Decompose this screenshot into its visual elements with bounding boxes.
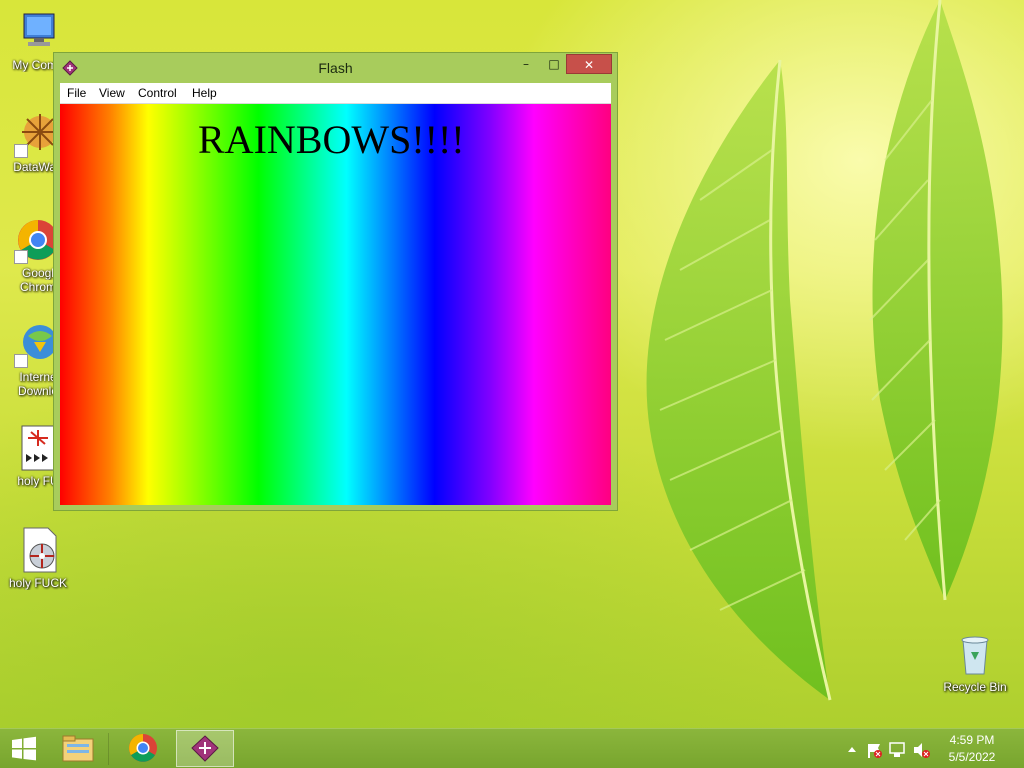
rainbows-headline: RAINBOWS!!!!: [198, 117, 465, 162]
menu-help[interactable]: Help: [192, 86, 217, 100]
clock-date[interactable]: 5/5/2022: [942, 750, 1002, 764]
desktop-icon-label: holy FUCK: [8, 576, 67, 590]
action-center-flag-icon[interactable]: [868, 744, 882, 758]
clock-time[interactable]: 4:59 PM: [942, 733, 1002, 747]
desktop-icon-recycle-bin[interactable]: Recycle Bin: [937, 630, 1013, 694]
shortcut-arrow-icon: [14, 354, 28, 368]
menu-bar: File View Control Help: [60, 83, 611, 104]
close-button[interactable]: ✕: [566, 54, 612, 74]
taskbar-chrome[interactable]: [114, 730, 172, 767]
taskbar-flash-player[interactable]: [176, 730, 234, 767]
desktop-icon-holy-fuck-file[interactable]: holy FUCK: [0, 526, 76, 590]
minimize-button[interactable]: –: [512, 54, 540, 74]
network-icon[interactable]: [889, 742, 905, 757]
taskbar-file-explorer[interactable]: [54, 730, 102, 767]
title-bar[interactable]: Flash – □ ✕: [54, 53, 617, 83]
menu-control[interactable]: Control: [138, 86, 177, 100]
taskbar: 4:59 PM 5/5/2022: [0, 728, 1024, 768]
flash-stage[interactable]: RAINBOWS!!!!: [60, 104, 611, 505]
system-tray: 4:59 PM 5/5/2022: [844, 729, 1024, 768]
media-file-icon: [14, 526, 62, 574]
desktop-icon-label: Recycle Bin: [943, 680, 1007, 694]
flash-player-window[interactable]: Flash – □ ✕ File View Control Help RAINB…: [53, 52, 618, 511]
file-explorer-icon: [62, 735, 94, 762]
start-button[interactable]: [0, 730, 48, 767]
shortcut-arrow-icon: [14, 144, 28, 158]
menu-view[interactable]: View: [99, 86, 125, 100]
volume-muted-icon[interactable]: [914, 743, 930, 758]
show-hidden-icons-icon[interactable]: [848, 747, 856, 752]
shortcut-arrow-icon: [14, 250, 28, 264]
chrome-icon: [129, 734, 157, 762]
recycle-bin-icon: [951, 630, 999, 678]
flash-player-icon: [191, 735, 219, 762]
maximize-button[interactable]: □: [540, 54, 568, 74]
menu-file[interactable]: File: [67, 86, 86, 100]
desktop: My Comp DataWag Googl Chrom Interne Down…: [0, 0, 1024, 768]
taskbar-separator: [108, 733, 109, 765]
computer-icon: [14, 8, 62, 56]
windows-logo-icon: [12, 736, 36, 761]
